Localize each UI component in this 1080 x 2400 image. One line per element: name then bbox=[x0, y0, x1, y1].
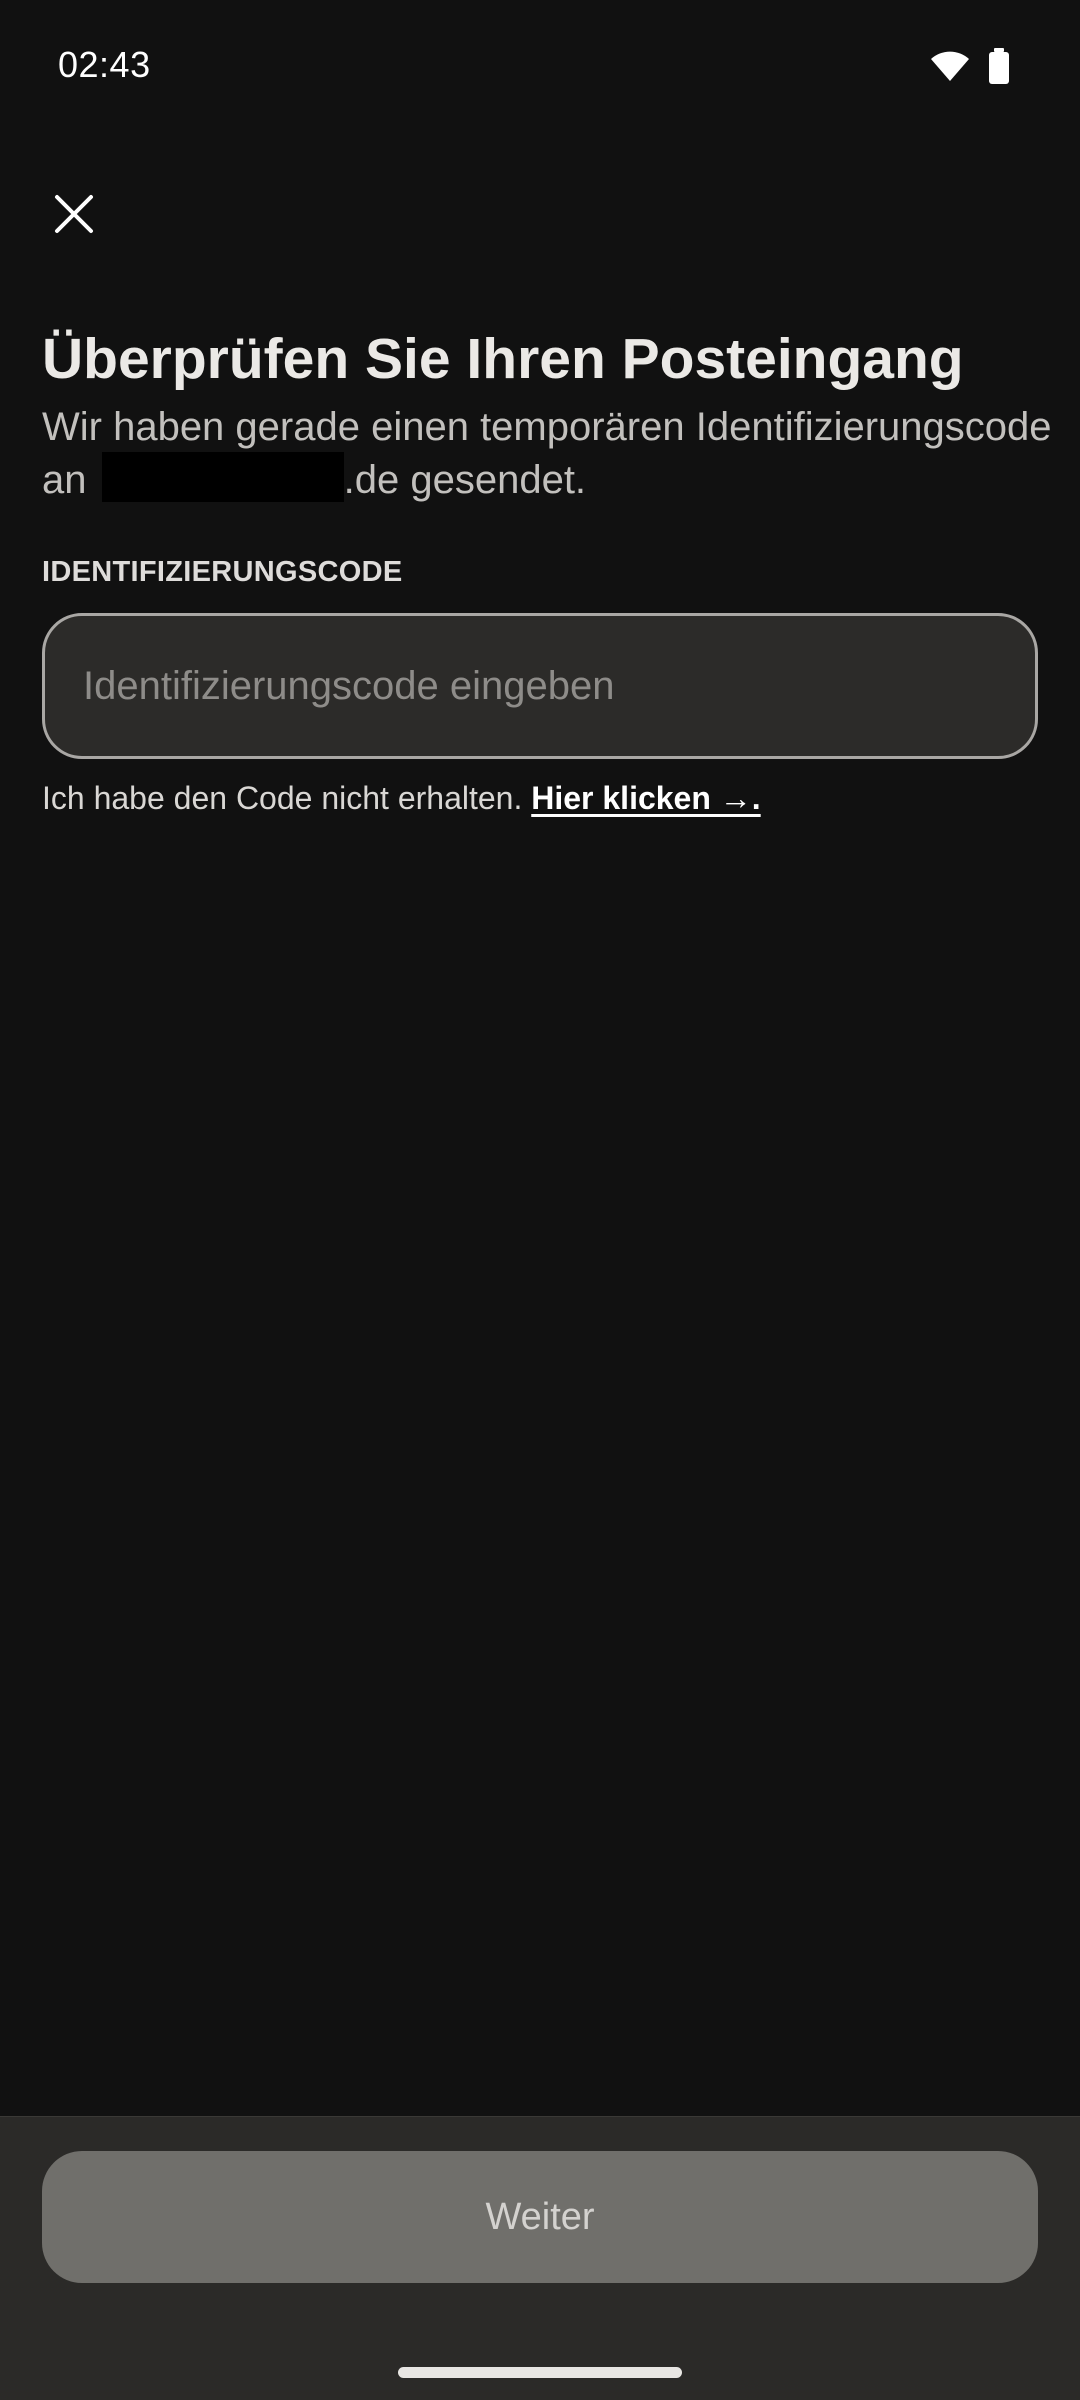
status-bar: 02:43 bbox=[0, 0, 1080, 135]
help-line: Ich habe den Code nicht erhalten. Hier k… bbox=[42, 780, 761, 817]
home-indicator[interactable] bbox=[398, 2367, 682, 2378]
page-subtitle: Wir haben gerade einen temporären Identi… bbox=[42, 402, 1052, 505]
wifi-icon bbox=[930, 50, 970, 87]
subtitle-domain-text: .de gesendet. bbox=[343, 458, 587, 502]
continue-button[interactable]: Weiter bbox=[42, 2151, 1038, 2283]
battery-icon bbox=[988, 47, 1010, 89]
resend-code-link[interactable]: Hier klicken →. bbox=[531, 780, 760, 816]
help-text: Ich habe den Code nicht erhalten. bbox=[42, 780, 523, 816]
code-field-label: IDENTIFIZIERUNGSCODE bbox=[42, 556, 403, 588]
redacted-email bbox=[101, 452, 344, 502]
code-input[interactable] bbox=[42, 613, 1038, 759]
status-icons bbox=[930, 47, 1010, 89]
status-time: 02:43 bbox=[58, 44, 151, 85]
close-button[interactable] bbox=[40, 182, 108, 250]
close-icon bbox=[54, 194, 94, 239]
page-title: Überprüfen Sie Ihren Posteingang bbox=[42, 327, 964, 391]
bottom-panel: Weiter bbox=[0, 2116, 1080, 2400]
